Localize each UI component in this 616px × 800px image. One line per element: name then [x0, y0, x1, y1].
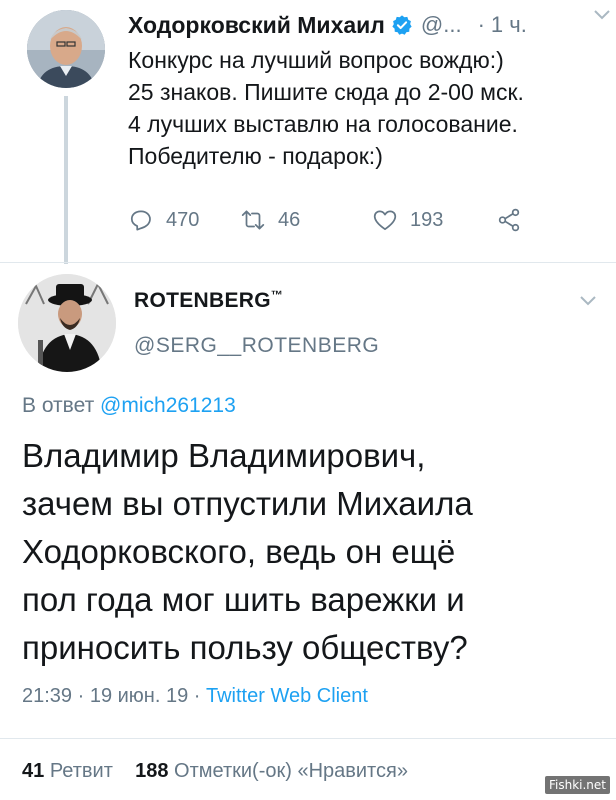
- like-count: 188: [135, 760, 169, 782]
- tweet-text: Конкурс на лучший вопрос вождю:) 25 знак…: [128, 44, 608, 172]
- client-link[interactable]: Twitter Web Client: [206, 685, 368, 707]
- tweet-text-line: приносить пользу обществу?: [22, 629, 468, 666]
- author-handle[interactable]: @SERG__ROTENBERG: [134, 334, 379, 358]
- tweet-text-line: Владимир Владимирович,: [22, 437, 426, 474]
- author-name-text: ROTENBERG: [134, 289, 271, 312]
- tweet-text: Владимир Владимирович, зачем вы отпустил…: [22, 432, 612, 672]
- author-handle[interactable]: @...: [421, 12, 462, 38]
- retweet-button[interactable]: 46: [240, 204, 300, 236]
- tweet-meta: 21:39 · 19 июн. 19 · Twitter Web Client: [22, 685, 368, 708]
- tweet-text-line: Победителю - подарок:): [128, 143, 383, 169]
- retweet-label: Ретвит: [49, 760, 113, 782]
- watermark: Fishki.net: [544, 776, 610, 794]
- verified-badge-icon: [391, 14, 413, 36]
- tweet-text-line: Конкурс на лучший вопрос вождю:): [128, 47, 504, 73]
- retweet-count: 41: [22, 760, 45, 782]
- share-button[interactable]: [496, 204, 522, 236]
- tweet-text-line: 4 лучших выставлю на голосование.: [128, 111, 518, 137]
- likes-stat[interactable]: 188 Отметки(-ок) «Нравится»: [135, 760, 408, 782]
- author-name[interactable]: Ходорковский Михаил: [128, 12, 385, 39]
- reply-to-link[interactable]: @mich261213: [100, 394, 236, 417]
- author-name[interactable]: ROTENBERG™: [134, 288, 283, 313]
- tweet-khodorkovsky[interactable]: Ходорковский Михаил @... · 1 ч. Конкурс …: [0, 0, 616, 264]
- chevron-down-icon[interactable]: [592, 8, 612, 22]
- retweet-icon: [241, 210, 265, 230]
- tweet-actions: 470 46 193: [128, 204, 548, 236]
- tweet-header: Ходорковский Михаил @... · 1 ч.: [128, 8, 602, 42]
- tweet-stats: 41 Ретвит 188 Отметки(-ок) «Нравится»: [22, 760, 408, 783]
- reply-prefix: В ответ: [22, 394, 95, 417]
- reply-context: В ответ @mich261213: [22, 394, 236, 418]
- retweet-count: 46: [278, 208, 301, 231]
- share-icon: [498, 208, 520, 232]
- divider: [0, 738, 616, 739]
- thread-line: [64, 96, 68, 264]
- twitter-screenshot: Ходорковский Михаил @... · 1 ч. Конкурс …: [0, 0, 616, 800]
- tweet-text-line: пол года мог шить варежки и: [22, 581, 465, 618]
- tweet-text-line: 25 знаков. Пишите сюда до 2-00 мск.: [128, 79, 524, 105]
- reply-button[interactable]: 470: [128, 204, 199, 236]
- reply-icon: [130, 210, 151, 231]
- like-label: Отметки(-ок) «Нравится»: [174, 760, 408, 782]
- avatar-rotenberg[interactable]: [18, 274, 116, 372]
- tweet-date[interactable]: 21:39 · 19 июн. 19 ·: [22, 685, 200, 707]
- tweet-time[interactable]: 1 ч.: [491, 12, 527, 38]
- retweets-stat[interactable]: 41 Ретвит: [22, 760, 113, 782]
- avatar-khodorkovsky[interactable]: [27, 10, 105, 88]
- like-icon: [373, 210, 397, 231]
- separator-dot: ·: [477, 12, 485, 37]
- reply-count: 470: [166, 208, 200, 231]
- trademark-symbol: ™: [270, 288, 284, 302]
- divider: [0, 262, 616, 263]
- like-button[interactable]: 193: [372, 204, 443, 236]
- tweet-text-line: Ходорковского, ведь он ещё: [22, 533, 456, 570]
- like-count: 193: [410, 208, 444, 231]
- chevron-down-icon[interactable]: [578, 294, 598, 308]
- tweet-text-line: зачем вы отпустили Михаила: [22, 485, 473, 522]
